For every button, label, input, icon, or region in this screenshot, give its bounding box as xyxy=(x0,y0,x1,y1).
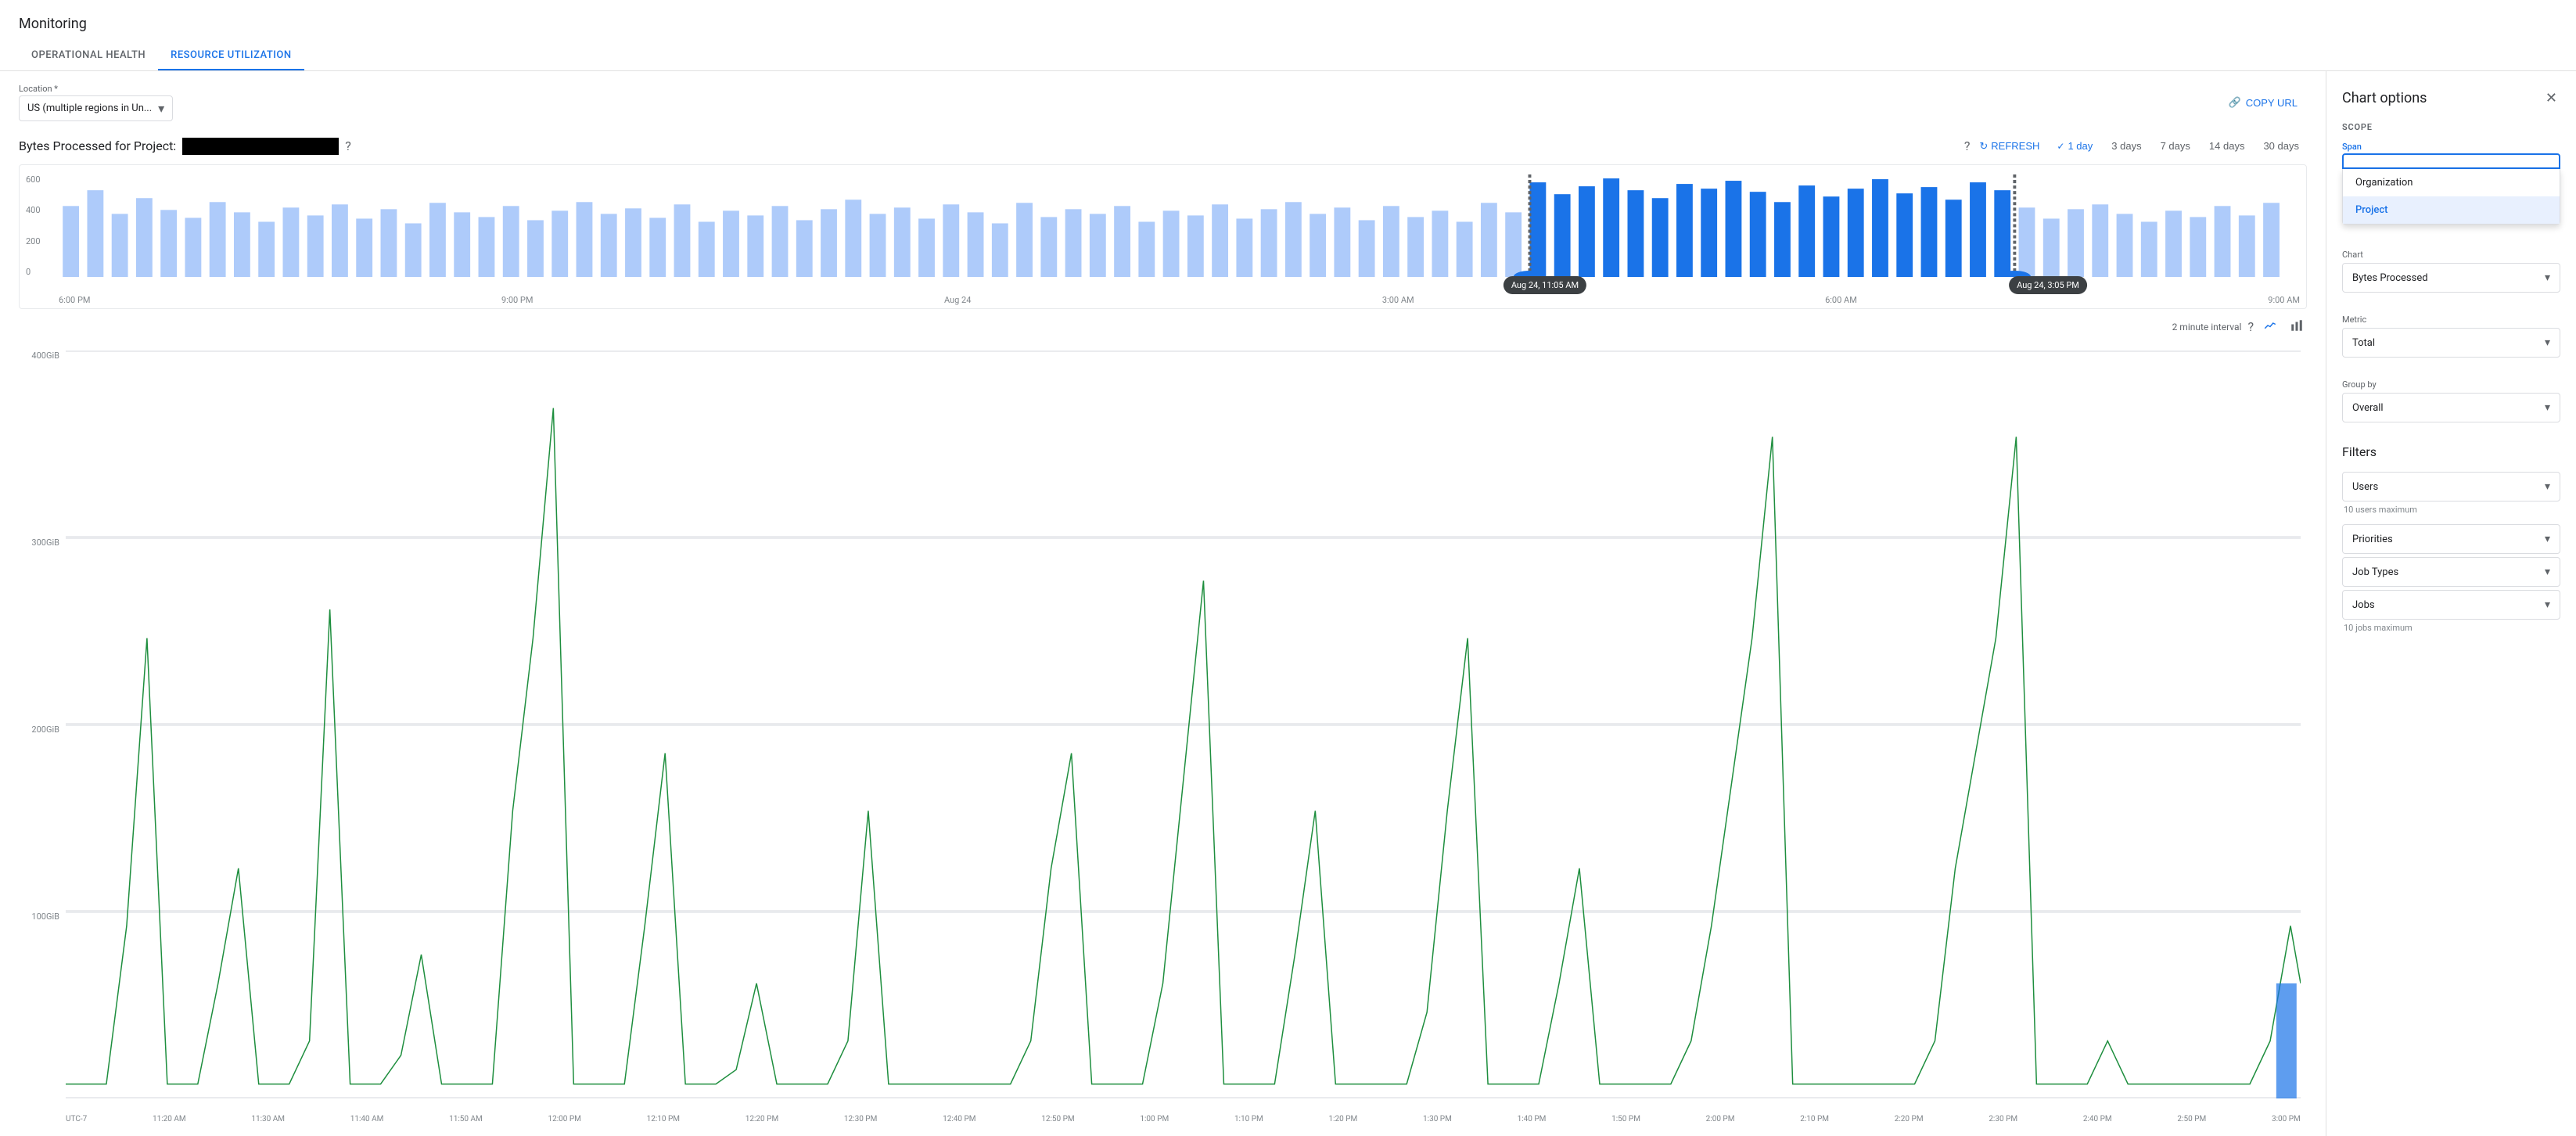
overview-chart[interactable]: 600 400 200 0 xyxy=(19,164,2307,309)
interval-row: 2 minute interval ? xyxy=(19,315,2307,338)
time-3days-button[interactable]: 3 days xyxy=(2104,137,2149,155)
location-field: Location * US (multiple regions in Un...… xyxy=(19,84,173,121)
app-title: Monitoring xyxy=(19,9,2557,41)
filter-jobs-dropdown[interactable]: Jobs ▾ xyxy=(2342,590,2560,620)
line-chart-icon[interactable] xyxy=(2260,315,2280,338)
time-1day-button[interactable]: 1 day xyxy=(2049,137,2100,155)
refresh-icon: ↻ xyxy=(1979,140,1988,153)
location-chevron-icon: ▾ xyxy=(158,101,164,116)
chart-dropdown-section: Chart Bytes Processed ▾ xyxy=(2326,250,2576,315)
metric-chevron-icon: ▾ xyxy=(2545,336,2550,349)
bar-chart-icon[interactable] xyxy=(2287,315,2307,338)
section-controls: ? ↻ REFRESH 1 day 3 days 7 days xyxy=(1964,137,2307,155)
copy-url-button[interactable]: 🔗 COPY URL xyxy=(2219,92,2307,113)
section-title: Bytes Processed for Project: ? xyxy=(19,138,351,155)
time-7days-button[interactable]: 7 days xyxy=(2153,137,2198,155)
span-option-project[interactable]: Project xyxy=(2343,196,2560,224)
panel-title: Chart options xyxy=(2342,90,2427,106)
time-30days-button[interactable]: 30 days xyxy=(2255,137,2307,155)
jobs-chevron-icon: ▾ xyxy=(2545,599,2550,611)
users-chevron-icon: ▾ xyxy=(2545,480,2550,493)
time-14days-button[interactable]: 14 days xyxy=(2201,137,2253,155)
detail-x-labels: UTC-7 11:20 AM 11:30 AM 11:40 AM 11:50 A… xyxy=(66,1115,2301,1123)
chart-dropdown[interactable]: Bytes Processed ▾ xyxy=(2342,263,2560,293)
filters-title: Filters xyxy=(2342,444,2560,459)
chart-area: Location * US (multiple regions in Un...… xyxy=(0,71,2326,1136)
tooltip-left: Aug 24, 11:05 AM xyxy=(1504,276,1586,294)
right-panel: Chart options ✕ Scope Span Organization … xyxy=(2326,71,2576,1136)
filters-section: Filters Users ▾ 10 users maximum Priorit… xyxy=(2326,444,2576,655)
refresh-button[interactable]: ↻ REFRESH xyxy=(1979,140,2039,153)
span-option-organization[interactable]: Organization xyxy=(2343,169,2560,196)
scope-section: Scope Span Organization Project xyxy=(2326,122,2576,250)
groupby-chevron-icon: ▾ xyxy=(2545,401,2550,414)
groupby-dropdown-label: Group by xyxy=(2342,379,2560,390)
main-content: Location * US (multiple regions in Un...… xyxy=(0,71,2576,1136)
metric-dropdown[interactable]: Total ▾ xyxy=(2342,328,2560,358)
project-name-redacted xyxy=(182,138,339,155)
metric-dropdown-label: Metric xyxy=(2342,315,2560,325)
jobs-hint: 10 jobs maximum xyxy=(2342,623,2560,633)
bytes-help-icon[interactable]: ? xyxy=(345,138,351,153)
close-panel-button[interactable]: ✕ xyxy=(2542,87,2560,110)
overview-bars-svg xyxy=(59,174,2300,277)
filter-jobtypes-dropdown[interactable]: Job Types ▾ xyxy=(2342,557,2560,587)
chart-dropdown-label: Chart xyxy=(2342,250,2560,260)
time-options: 1 day 3 days 7 days 14 days 30 days xyxy=(2049,137,2307,155)
tooltip-right: Aug 24, 3:05 PM xyxy=(2009,276,2087,294)
section-header: Bytes Processed for Project: ? ? ↻ REFRE… xyxy=(19,137,2307,155)
detail-chart: 400GiB 300GiB 200GiB 100GiB xyxy=(19,344,2307,1123)
detail-grid-svg xyxy=(66,351,2301,1098)
header: Monitoring OPERATIONAL HEALTH RESOURCE U… xyxy=(0,0,2576,71)
tab-operational-health[interactable]: OPERATIONAL HEALTH xyxy=(19,41,158,70)
panel-header: Chart options ✕ xyxy=(2326,71,2576,122)
overview-y-labels: 600 400 200 0 xyxy=(26,174,41,277)
priorities-chevron-icon: ▾ xyxy=(2545,533,2550,545)
location-label: Location * xyxy=(19,84,173,94)
scope-title: Scope xyxy=(2342,122,2560,132)
overview-x-labels: 6:00 PM 9:00 PM Aug 24 3:00 AM 6:00 AM 9… xyxy=(59,295,2300,305)
span-dropdown-container: Span Organization Project xyxy=(2342,142,2560,225)
chart-chevron-icon: ▾ xyxy=(2545,271,2550,284)
location-select[interactable]: US (multiple regions in Un... ▾ xyxy=(19,95,173,121)
jobtypes-chevron-icon: ▾ xyxy=(2545,566,2550,578)
users-hint: 10 users maximum xyxy=(2342,505,2560,515)
filter-users-dropdown[interactable]: Users ▾ xyxy=(2342,472,2560,501)
tabs: OPERATIONAL HEALTH RESOURCE UTILIZATION xyxy=(19,41,2557,70)
span-options: Organization Project xyxy=(2342,169,2560,225)
groupby-dropdown-section: Group by Overall ▾ xyxy=(2326,379,2576,444)
span-label: Span xyxy=(2342,142,2560,152)
app-container: Monitoring OPERATIONAL HEALTH RESOURCE U… xyxy=(0,0,2576,1136)
tab-resource-utilization[interactable]: RESOURCE UTILIZATION xyxy=(158,41,304,70)
link-icon: 🔗 xyxy=(2229,96,2241,109)
filter-priorities-dropdown[interactable]: Priorities ▾ xyxy=(2342,524,2560,554)
metric-dropdown-section: Metric Total ▾ xyxy=(2326,315,2576,379)
location-row: Location * US (multiple regions in Un...… xyxy=(19,84,2307,121)
interval-help-icon[interactable]: ? xyxy=(2247,319,2254,334)
groupby-dropdown[interactable]: Overall ▾ xyxy=(2342,393,2560,422)
span-input[interactable] xyxy=(2342,153,2560,169)
section-help-icon[interactable]: ? xyxy=(1964,138,1971,153)
detail-y-labels: 400GiB 300GiB 200GiB 100GiB xyxy=(19,351,66,1098)
